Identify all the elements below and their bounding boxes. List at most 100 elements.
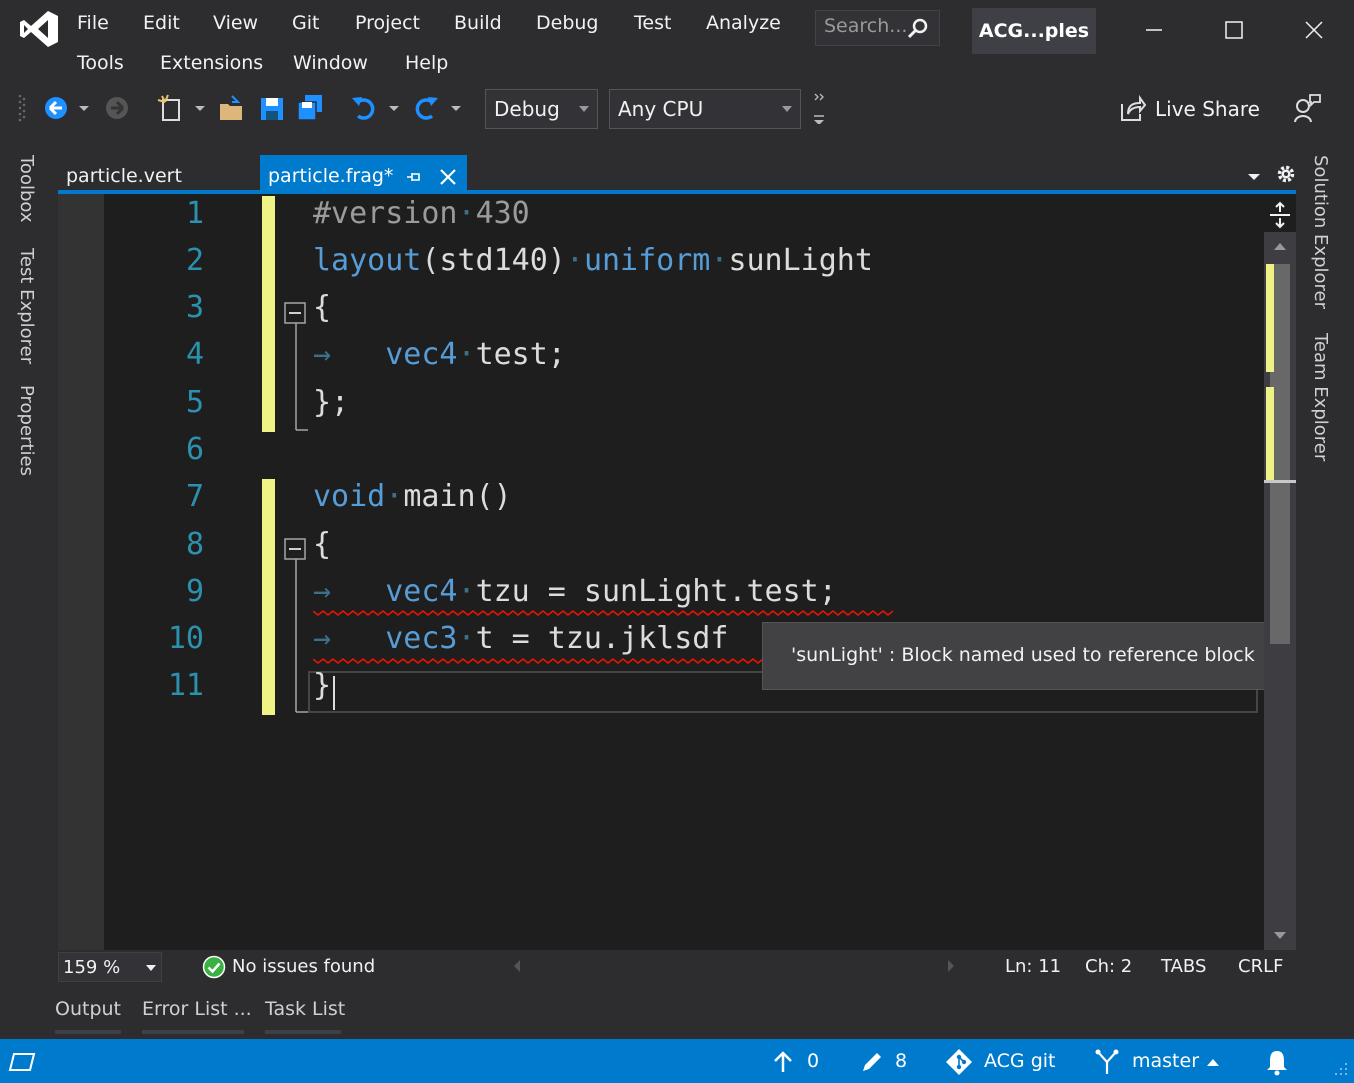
open-file-icon[interactable] xyxy=(218,92,246,124)
indent-mode[interactable]: TABS xyxy=(1161,956,1206,977)
navigate-forward-icon[interactable] xyxy=(103,92,131,124)
menu-extensions[interactable]: Extensions xyxy=(160,48,263,78)
navigate-back-icon[interactable] xyxy=(42,92,70,124)
line-indicator[interactable]: Ln: 11 xyxy=(1005,956,1061,977)
notification-area-icon[interactable] xyxy=(8,1052,36,1072)
new-dropdown-icon[interactable] xyxy=(192,92,208,124)
menu-test[interactable]: Test xyxy=(634,8,671,38)
search-icon xyxy=(907,18,928,39)
scroll-right-icon[interactable] xyxy=(946,958,956,974)
solution-explorer-tab[interactable]: Solution Explorer xyxy=(1310,155,1331,309)
toolbox-tab[interactable]: Toolbox xyxy=(16,155,37,223)
menu-build[interactable]: Build xyxy=(454,8,502,38)
code-line-7: void·main() xyxy=(313,479,512,514)
back-dropdown-icon[interactable] xyxy=(76,92,92,124)
close-tab-icon[interactable] xyxy=(439,168,457,186)
toolbar-overflow-icon[interactable] xyxy=(810,92,828,124)
tab-particle-vert[interactable]: particle.vert xyxy=(58,155,258,191)
change-map-marker xyxy=(1266,264,1274,372)
menu-debug[interactable]: Debug xyxy=(536,8,598,38)
tab-particle-frag[interactable]: particle.frag* xyxy=(260,155,467,191)
code-text: main() xyxy=(403,479,512,514)
maximize-icon[interactable] xyxy=(1214,10,1254,50)
line-number: 2 xyxy=(185,243,204,278)
issues-status[interactable]: No issues found xyxy=(232,956,375,977)
tab-list-dropdown-icon[interactable] xyxy=(1246,170,1262,184)
save-icon[interactable] xyxy=(258,92,286,124)
menu-project[interactable]: Project xyxy=(355,8,420,38)
zoom-combo[interactable]: 159 % xyxy=(58,952,162,982)
tab-underline xyxy=(142,1030,244,1034)
new-project-icon[interactable] xyxy=(156,92,184,124)
close-icon[interactable] xyxy=(1294,10,1334,50)
scroll-left-icon[interactable] xyxy=(512,958,522,974)
scroll-up-icon[interactable] xyxy=(1272,240,1288,252)
line-number: 7 xyxy=(185,479,204,514)
branch-name[interactable]: master xyxy=(1132,1050,1199,1072)
code-text: sunLight xyxy=(728,243,873,278)
line-number: 5 xyxy=(185,385,204,420)
solution-platform-combo[interactable]: Any CPU xyxy=(609,89,801,129)
pin-icon[interactable] xyxy=(406,169,422,185)
resize-grip-icon[interactable] xyxy=(1334,1062,1348,1076)
split-window-icon[interactable] xyxy=(1266,200,1294,230)
undo-dropdown-icon[interactable] xyxy=(386,92,402,124)
outlining-margin xyxy=(295,320,308,713)
menu-git[interactable]: Git xyxy=(292,8,319,38)
code-line-1: #version·430 xyxy=(313,196,530,231)
keyword-token: uniform xyxy=(583,243,711,278)
repository-name[interactable]: ACG git xyxy=(984,1050,1055,1072)
bell-icon[interactable] xyxy=(1264,1048,1290,1076)
change-map-marker xyxy=(1266,387,1274,481)
code-line-8: { xyxy=(313,527,332,562)
team-explorer-tab[interactable]: Team Explorer xyxy=(1310,333,1331,461)
column-indicator[interactable]: Ch: 2 xyxy=(1085,956,1132,977)
menu-help[interactable]: Help xyxy=(405,48,448,78)
search-box[interactable]: Search... xyxy=(815,10,940,46)
code-text: test; xyxy=(475,337,566,372)
line-ending[interactable]: CRLF xyxy=(1238,956,1283,977)
code-line-4: → vec4·test; xyxy=(313,337,566,372)
pending-changes-count[interactable]: 8 xyxy=(895,1050,907,1072)
menu-window[interactable]: Window xyxy=(293,48,368,78)
menu-file[interactable]: File xyxy=(77,8,109,38)
scroll-down-icon[interactable] xyxy=(1272,930,1288,942)
feedback-icon[interactable] xyxy=(1292,92,1322,124)
line-number: 11 xyxy=(167,668,204,703)
task-list-tab[interactable]: Task List xyxy=(265,998,345,1020)
error-list-tab[interactable]: Error List ... xyxy=(142,998,252,1020)
menu-analyze[interactable]: Analyze xyxy=(706,8,781,38)
git-repo-icon[interactable] xyxy=(945,1048,973,1076)
output-tab[interactable]: Output xyxy=(55,998,121,1020)
redo-dropdown-icon[interactable] xyxy=(448,92,464,124)
live-share-icon[interactable] xyxy=(1118,92,1146,124)
menu-tools[interactable]: Tools xyxy=(77,48,124,78)
live-share-label[interactable]: Live Share xyxy=(1155,97,1260,121)
line-number: 10 xyxy=(167,621,204,656)
code-editor[interactable] xyxy=(58,194,1296,950)
text-caret xyxy=(333,676,335,710)
collapse-icon[interactable] xyxy=(284,538,306,560)
save-all-icon[interactable] xyxy=(296,92,324,124)
properties-tab[interactable]: Properties xyxy=(16,385,37,476)
menu-edit[interactable]: Edit xyxy=(143,8,180,38)
keyword-token: vec3 xyxy=(385,621,458,656)
solution-configuration-combo[interactable]: Debug xyxy=(485,89,598,129)
menu-view[interactable]: View xyxy=(213,8,258,38)
pencil-icon[interactable] xyxy=(860,1050,884,1074)
minimize-icon[interactable] xyxy=(1134,10,1174,50)
toolbar-grip-icon xyxy=(18,94,26,122)
caret-position-marker xyxy=(1264,480,1296,483)
chevron-down-icon xyxy=(146,965,156,971)
test-explorer-tab[interactable]: Test Explorer xyxy=(16,248,37,364)
gear-icon[interactable] xyxy=(1276,164,1296,184)
code-line-10: → vec3·t = tzu.jklsdf xyxy=(313,621,729,656)
unpushed-commits-count[interactable]: 0 xyxy=(807,1050,819,1072)
collapse-icon[interactable] xyxy=(284,302,306,324)
redo-icon[interactable] xyxy=(412,92,440,124)
chevron-up-icon[interactable] xyxy=(1206,1057,1220,1067)
arrow-up-icon[interactable] xyxy=(772,1050,794,1074)
undo-icon[interactable] xyxy=(350,92,378,124)
line-number: 9 xyxy=(185,574,204,609)
branch-icon[interactable] xyxy=(1093,1048,1121,1076)
